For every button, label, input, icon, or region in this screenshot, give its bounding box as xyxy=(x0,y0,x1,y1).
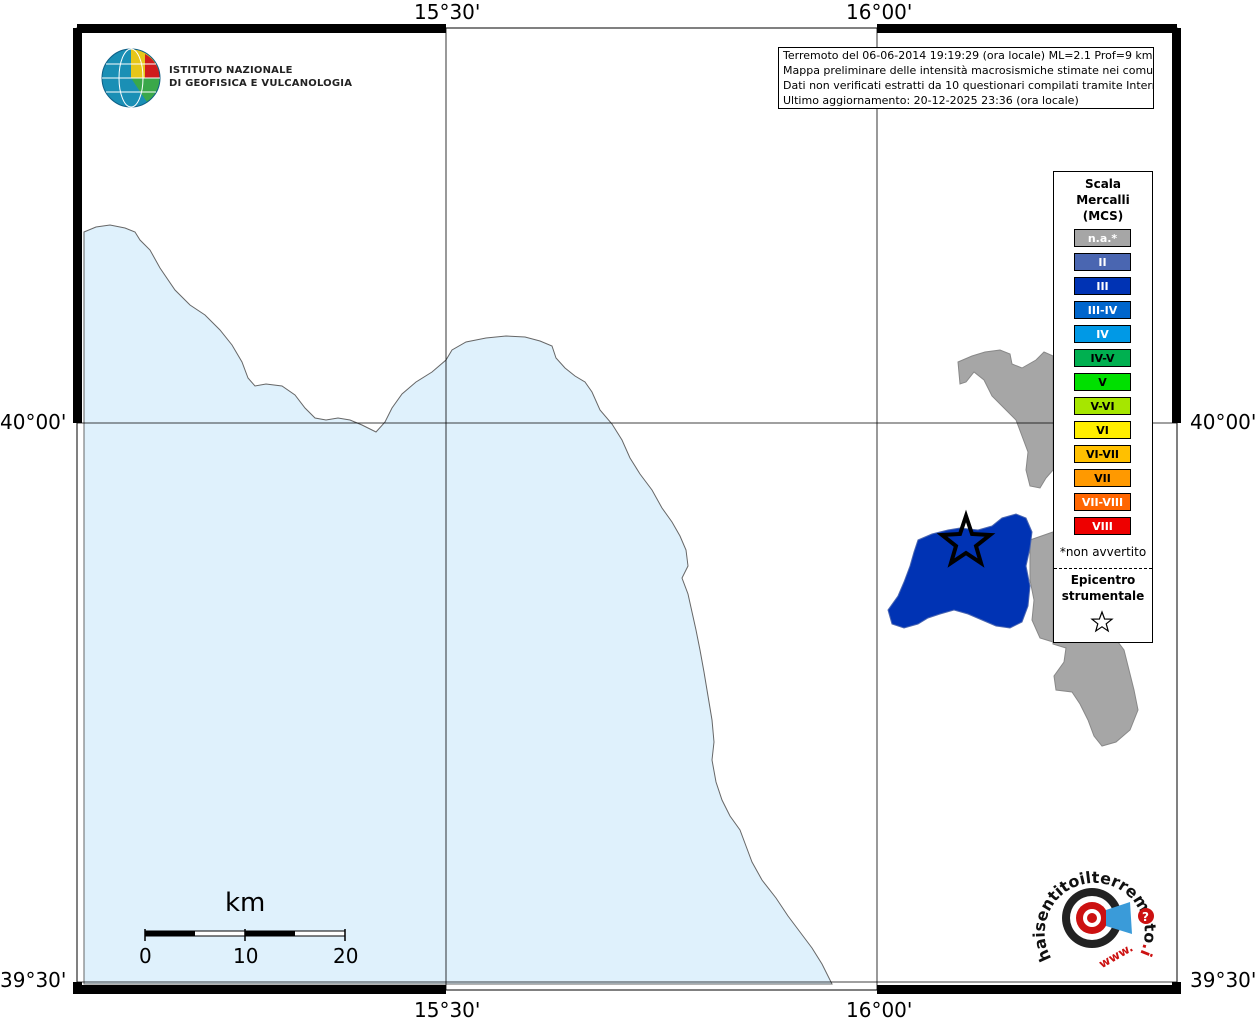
left-lat-label-3930: 39°30' xyxy=(0,968,67,992)
event-info-line2: Mappa preliminare delle intensità macros… xyxy=(783,64,1154,77)
legend-star-icon xyxy=(1090,610,1114,633)
ingv-globe-logo xyxy=(101,48,161,108)
left-lat-label-4000: 40°00' xyxy=(0,410,67,434)
scale-bar-label-0: 0 xyxy=(139,944,152,968)
legend-epicenter-label: Epicentro strumentale xyxy=(1054,572,1152,604)
event-info-line3: Dati non verificati estratti da 10 quest… xyxy=(783,79,1154,92)
legend-title-line1: Scala xyxy=(1084,177,1122,191)
legend-swatch: n.a.* xyxy=(1074,229,1131,247)
legend-epicenter-line2: strumentale xyxy=(1061,589,1145,603)
right-lat-label-4000: 40°00' xyxy=(1190,410,1255,434)
top-lon-label-1530: 15°30' xyxy=(414,0,481,24)
hsit-question-icon: ? xyxy=(1142,910,1149,924)
scale-bar-label-20: 20 xyxy=(333,944,359,968)
ingv-name: ISTITUTO NAZIONALE DI GEOFISICA E VULCAN… xyxy=(169,64,352,90)
event-info-box: Terremoto del 06-06-2014 19:19:29 (ora l… xyxy=(778,47,1154,109)
mcs-legend: Scala Mercalli (MCS) n.a.* II III III-IV IV I… xyxy=(1053,171,1153,643)
legend-swatch: III xyxy=(1074,277,1131,295)
legend-swatch: VI xyxy=(1074,421,1131,439)
legend-na-note: *non avvertito xyxy=(1059,545,1147,559)
legend-title-line3: (MCS) xyxy=(1082,209,1124,223)
ingv-name-line1: ISTITUTO NAZIONALE xyxy=(169,65,293,76)
legend-swatch: II xyxy=(1074,253,1131,271)
legend-swatch: VIII xyxy=(1074,517,1131,535)
right-lat-label-3930: 39°30' xyxy=(1190,968,1255,992)
legend-swatch: VI-VII xyxy=(1074,445,1131,463)
scale-bar-unit: km xyxy=(225,888,266,918)
legend-swatch: IV xyxy=(1074,325,1131,343)
bottom-lon-label-1600: 16°00' xyxy=(846,998,913,1022)
legend-swatch: V-VI xyxy=(1074,397,1131,415)
bottom-lon-label-1530: 15°30' xyxy=(414,998,481,1022)
legend-title-line2: Mercalli xyxy=(1076,193,1130,207)
legend-swatch: V xyxy=(1074,373,1131,391)
legend-divider xyxy=(1054,568,1152,569)
ingv-name-line2: DI GEOFISICA E VULCANOLOGIA xyxy=(169,78,353,89)
legend-swatch: VII-VIII xyxy=(1074,493,1131,511)
legend-swatch: VII xyxy=(1074,469,1131,487)
legend-swatch: III-IV xyxy=(1074,301,1131,319)
legend-title: Scala Mercalli (MCS) xyxy=(1054,176,1152,224)
haisentitoilterremoto-logo: haisentitoilterremoto.it www. ? xyxy=(1032,858,1160,971)
event-info-line1: Terremoto del 06-06-2014 19:19:29 (ora l… xyxy=(783,49,1153,62)
legend-epicenter-line1: Epicentro xyxy=(1070,573,1136,587)
legend-swatch: IV-V xyxy=(1074,349,1131,367)
event-info-line4: Ultimo aggiornamento: 20-12-2025 23:36 (… xyxy=(783,94,1079,107)
top-lon-label-1600: 16°00' xyxy=(846,0,913,24)
scale-bar-label-10: 10 xyxy=(233,944,259,968)
